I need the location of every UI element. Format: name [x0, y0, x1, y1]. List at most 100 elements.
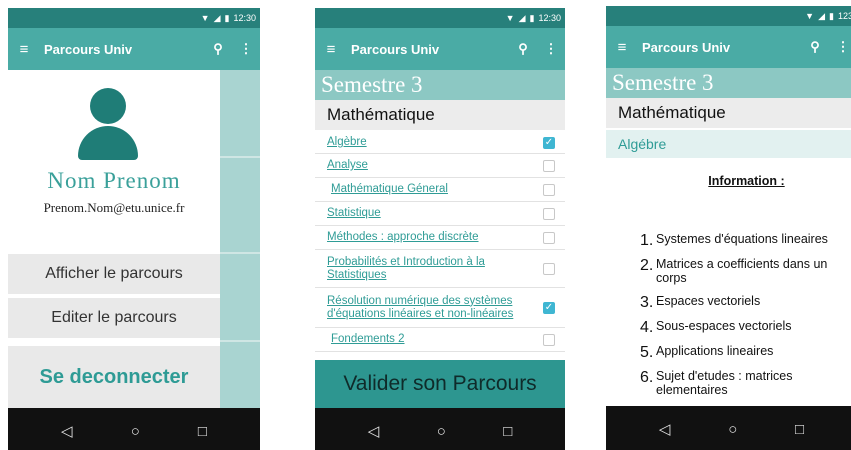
semester-header: Semestre 3 — [606, 68, 851, 98]
info-title: Information : — [708, 174, 785, 188]
item-text: Systemes d'équations lineaires — [656, 232, 828, 246]
divider — [220, 252, 260, 254]
wifi-icon: ▼ — [805, 11, 815, 21]
search-icon[interactable]: ⚲ — [204, 41, 232, 57]
checkbox[interactable] — [543, 262, 555, 275]
course-list: Algèbre ✓ Analyse Mathématique Géneral S… — [315, 132, 565, 352]
wifi-icon: ▼ — [200, 13, 210, 23]
back-triangle-icon[interactable]: ◁ — [368, 422, 380, 440]
item-number: 4. — [640, 319, 654, 336]
toolbar-title: Parcours Univ — [642, 39, 731, 55]
checkbox-checked[interactable]: ✓ — [543, 136, 555, 149]
status-time: 12:30 — [233, 13, 256, 23]
avatar-body — [78, 126, 138, 160]
item-number: 3. — [640, 294, 654, 311]
list-item: 2. Matrices a coefficients dans un corps — [640, 257, 851, 285]
divider — [220, 340, 260, 342]
item-text: Sous-espaces vectoriels — [656, 319, 792, 333]
phone-screen-courses: ▼ ◢ ▮ 12:30 ≡ Parcours Univ ⚲ ⋮ Semestre… — [315, 8, 565, 450]
course-row[interactable]: Analyse — [315, 154, 565, 178]
user-email: Prenom.Nom@etu.unice.fr — [43, 200, 185, 215]
course-row[interactable]: Statistique — [315, 202, 565, 226]
item-number: 2. — [640, 257, 654, 274]
signal-icon: ◢ — [818, 10, 826, 21]
list-item: 1. Systemes d'équations lineaires — [640, 232, 851, 249]
hamburger-icon[interactable]: ≡ — [317, 41, 345, 58]
logout-button[interactable]: Se deconnecter — [8, 346, 220, 408]
list-item: 3. Espaces vectoriels — [640, 294, 851, 311]
content-behind-drawer — [220, 70, 260, 408]
checkbox[interactable] — [543, 207, 555, 220]
phone-screen-drawer: ▼ ◢ ▮ 12:30 ≡ Parcours Univ ⚲ ⋮ Nom Pren… — [8, 8, 260, 450]
system-nav-bar: ◁ ○ □ — [8, 408, 260, 450]
course-label[interactable]: Statistique — [327, 207, 543, 220]
course-row[interactable]: Méthodes : approche discrète — [315, 226, 565, 250]
status-bar: ▼ ◢ ▮ 12:30 — [315, 8, 565, 28]
toolbar-title: Parcours Univ — [351, 41, 440, 57]
app-toolbar: ≡ Parcours Univ ⚲ ⋮ — [606, 26, 851, 68]
semester-header: Semestre 3 — [315, 70, 565, 100]
course-label[interactable]: Probabilités et Introduction à la Statis… — [327, 256, 543, 282]
home-circle-icon[interactable]: ○ — [728, 421, 737, 438]
recents-square-icon[interactable]: □ — [795, 421, 804, 438]
home-circle-icon[interactable]: ○ — [437, 423, 446, 440]
item-text: Sujet d'etudes : matrices elementaires — [656, 369, 793, 397]
status-time: 123 — [837, 11, 851, 21]
battery-icon: ▮ — [529, 12, 535, 23]
status-time: 12:30 — [538, 13, 561, 23]
wifi-icon: ▼ — [505, 13, 515, 23]
course-label[interactable]: Fondements 2 — [327, 333, 543, 346]
status-bar: ▼ ◢ ▮ 123 — [606, 6, 851, 26]
overflow-menu-icon[interactable]: ⋮ — [537, 41, 565, 57]
battery-icon: ▮ — [224, 12, 230, 23]
overflow-menu-icon[interactable]: ⋮ — [232, 41, 260, 57]
list-item: 4. Sous-espaces vectoriels — [640, 319, 851, 336]
list-item: 5. Applications lineaires — [640, 344, 851, 361]
item-text: Applications lineaires — [656, 344, 774, 358]
checkbox[interactable] — [543, 159, 555, 172]
divider — [220, 156, 260, 158]
checkbox[interactable] — [543, 333, 555, 346]
phone-screen-info: ▼ ◢ ▮ 123 ≡ Parcours Univ ⚲ ⋮ Semestre 3… — [606, 6, 851, 450]
view-path-button[interactable]: Afficher le parcours — [8, 254, 220, 294]
battery-icon: ▮ — [829, 10, 834, 21]
item-number: 6. — [640, 369, 654, 386]
checkbox[interactable] — [543, 183, 555, 196]
back-triangle-icon[interactable]: ◁ — [61, 422, 73, 440]
search-icon[interactable]: ⚲ — [509, 41, 537, 57]
toolbar-title: Parcours Univ — [44, 41, 133, 57]
avatar-head — [90, 88, 126, 124]
course-row[interactable]: Mathématique Géneral — [315, 178, 565, 202]
course-row[interactable]: Probabilités et Introduction à la Statis… — [315, 250, 565, 288]
course-label[interactable]: Mathématique Géneral — [327, 183, 543, 196]
app-toolbar: ≡ Parcours Univ ⚲ ⋮ — [8, 28, 260, 70]
recents-square-icon[interactable]: □ — [503, 423, 512, 440]
validate-path-button[interactable]: Valider son Parcours — [315, 360, 565, 408]
course-label[interactable]: Méthodes : approche discrète — [327, 231, 543, 244]
system-nav-bar: ◁ ○ □ — [606, 406, 851, 450]
subject-header: Mathématique — [606, 98, 851, 128]
search-icon[interactable]: ⚲ — [801, 39, 829, 55]
checkbox[interactable] — [543, 231, 555, 244]
signal-icon: ◢ — [518, 12, 526, 23]
course-label[interactable]: Analyse — [327, 159, 543, 172]
user-name: Nom Prenom — [47, 168, 181, 193]
back-triangle-icon[interactable]: ◁ — [659, 420, 671, 438]
avatar-icon — [78, 88, 138, 160]
course-row[interactable]: Fondements 2 — [315, 328, 565, 352]
home-circle-icon[interactable]: ○ — [131, 423, 140, 440]
topic-list: 1. Systemes d'équations lineaires 2. Matri… — [640, 232, 851, 406]
overflow-menu-icon[interactable]: ⋮ — [829, 39, 851, 55]
checkbox-checked[interactable]: ✓ — [543, 301, 555, 314]
app-toolbar: ≡ Parcours Univ ⚲ ⋮ — [315, 28, 565, 70]
edit-path-button[interactable]: Editer le parcours — [8, 298, 220, 338]
course-header: Algébre — [606, 130, 851, 158]
course-label[interactable]: Résolution numérique des systèmes d'équa… — [327, 295, 543, 321]
recents-square-icon[interactable]: □ — [198, 423, 207, 440]
system-nav-bar: ◁ ○ □ — [315, 408, 565, 450]
course-label[interactable]: Algèbre — [327, 136, 543, 149]
hamburger-icon[interactable]: ≡ — [608, 39, 636, 56]
course-row[interactable]: Algèbre ✓ — [315, 132, 565, 154]
course-row[interactable]: Résolution numérique des systèmes d'équa… — [315, 288, 565, 328]
hamburger-icon[interactable]: ≡ — [10, 41, 38, 58]
